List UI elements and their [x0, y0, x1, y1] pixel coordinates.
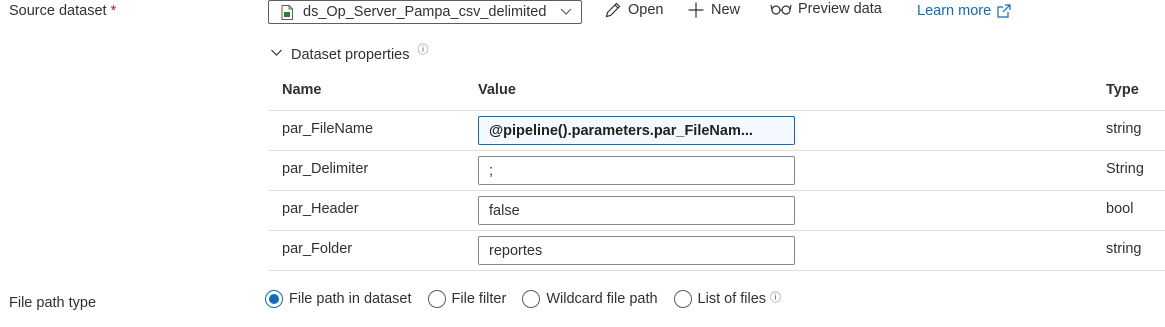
table-header-row: Name Value Type	[268, 72, 1165, 111]
chevron-down-icon	[559, 4, 573, 18]
required-mark: *	[110, 3, 117, 19]
dataset-properties-toggle[interactable]: Dataset properties ⓘ	[270, 44, 428, 63]
info-icon[interactable]: ⓘ	[770, 289, 781, 305]
param-type: String	[1106, 161, 1144, 177]
radio-wildcard-file-path[interactable]: Wildcard file path	[522, 290, 658, 308]
param-value-input[interactable]: false	[478, 196, 795, 225]
radio-unselected-icon	[522, 290, 541, 308]
learn-more-label: Learn more	[917, 3, 992, 19]
file-path-type-label: File path type	[9, 295, 97, 311]
param-type: string	[1106, 241, 1142, 257]
dataset-properties-table: Name Value Type par_FileName @pipeline()…	[268, 72, 1165, 271]
param-value-input[interactable]: @pipeline().parameters.par_FileNam...	[478, 116, 795, 145]
source-dataset-label-text: Source dataset	[9, 3, 107, 19]
open-label: Open	[628, 2, 664, 18]
param-name: par_Folder	[282, 241, 353, 257]
column-header-name: Name	[282, 82, 322, 98]
radio-label: File filter	[451, 291, 507, 307]
param-type: string	[1106, 121, 1142, 137]
radio-label: Wildcard file path	[546, 291, 658, 307]
radio-unselected-icon	[427, 290, 446, 308]
dataset-properties-title: Dataset properties	[291, 46, 410, 63]
radio-file-path-in-dataset[interactable]: File path in dataset	[265, 290, 412, 308]
column-header-type: Type	[1106, 82, 1139, 98]
radio-label: List of files	[697, 291, 767, 307]
table-row: par_Delimiter ; String	[268, 151, 1165, 191]
file-path-type-radio-group: File path in dataset File filter Wildcar…	[265, 290, 781, 308]
new-button[interactable]: New	[687, 1, 740, 19]
param-type: bool	[1106, 201, 1134, 217]
learn-more-link[interactable]: Learn more	[917, 3, 1011, 19]
param-value-input[interactable]: reportes	[478, 236, 795, 265]
column-header-value: Value	[478, 82, 516, 98]
param-name: par_FileName	[282, 121, 374, 137]
preview-data-button[interactable]: Preview data	[770, 1, 882, 17]
table-row: par_FileName @pipeline().parameters.par_…	[268, 111, 1165, 151]
param-value-input[interactable]: ;	[478, 156, 795, 185]
source-dataset-value: ds_Op_Server_Pampa_csv_delimited	[303, 4, 547, 20]
info-icon[interactable]: ⓘ	[417, 41, 428, 57]
source-dataset-label: Source dataset *	[9, 3, 116, 19]
open-button[interactable]: Open	[604, 1, 663, 19]
pencil-icon	[604, 1, 622, 19]
csv-file-icon	[281, 4, 293, 20]
table-row: par_Folder reportes string	[268, 231, 1165, 271]
radio-label: File path in dataset	[289, 291, 412, 307]
table-row: par_Header false bool	[268, 191, 1165, 231]
radio-unselected-icon	[673, 290, 692, 308]
glasses-icon	[770, 2, 792, 16]
radio-selected-icon	[265, 290, 283, 308]
chevron-down-icon	[270, 46, 283, 63]
new-label: New	[711, 2, 741, 18]
param-name: par_Header	[282, 201, 359, 217]
preview-data-label: Preview data	[798, 1, 882, 17]
param-name: par_Delimiter	[282, 161, 369, 177]
external-link-icon	[997, 4, 1011, 18]
source-dataset-dropdown[interactable]: ds_Op_Server_Pampa_csv_delimited	[268, 0, 582, 24]
plus-icon	[687, 1, 705, 19]
radio-list-of-files[interactable]: List of files	[673, 290, 767, 308]
radio-file-filter[interactable]: File filter	[427, 290, 507, 308]
